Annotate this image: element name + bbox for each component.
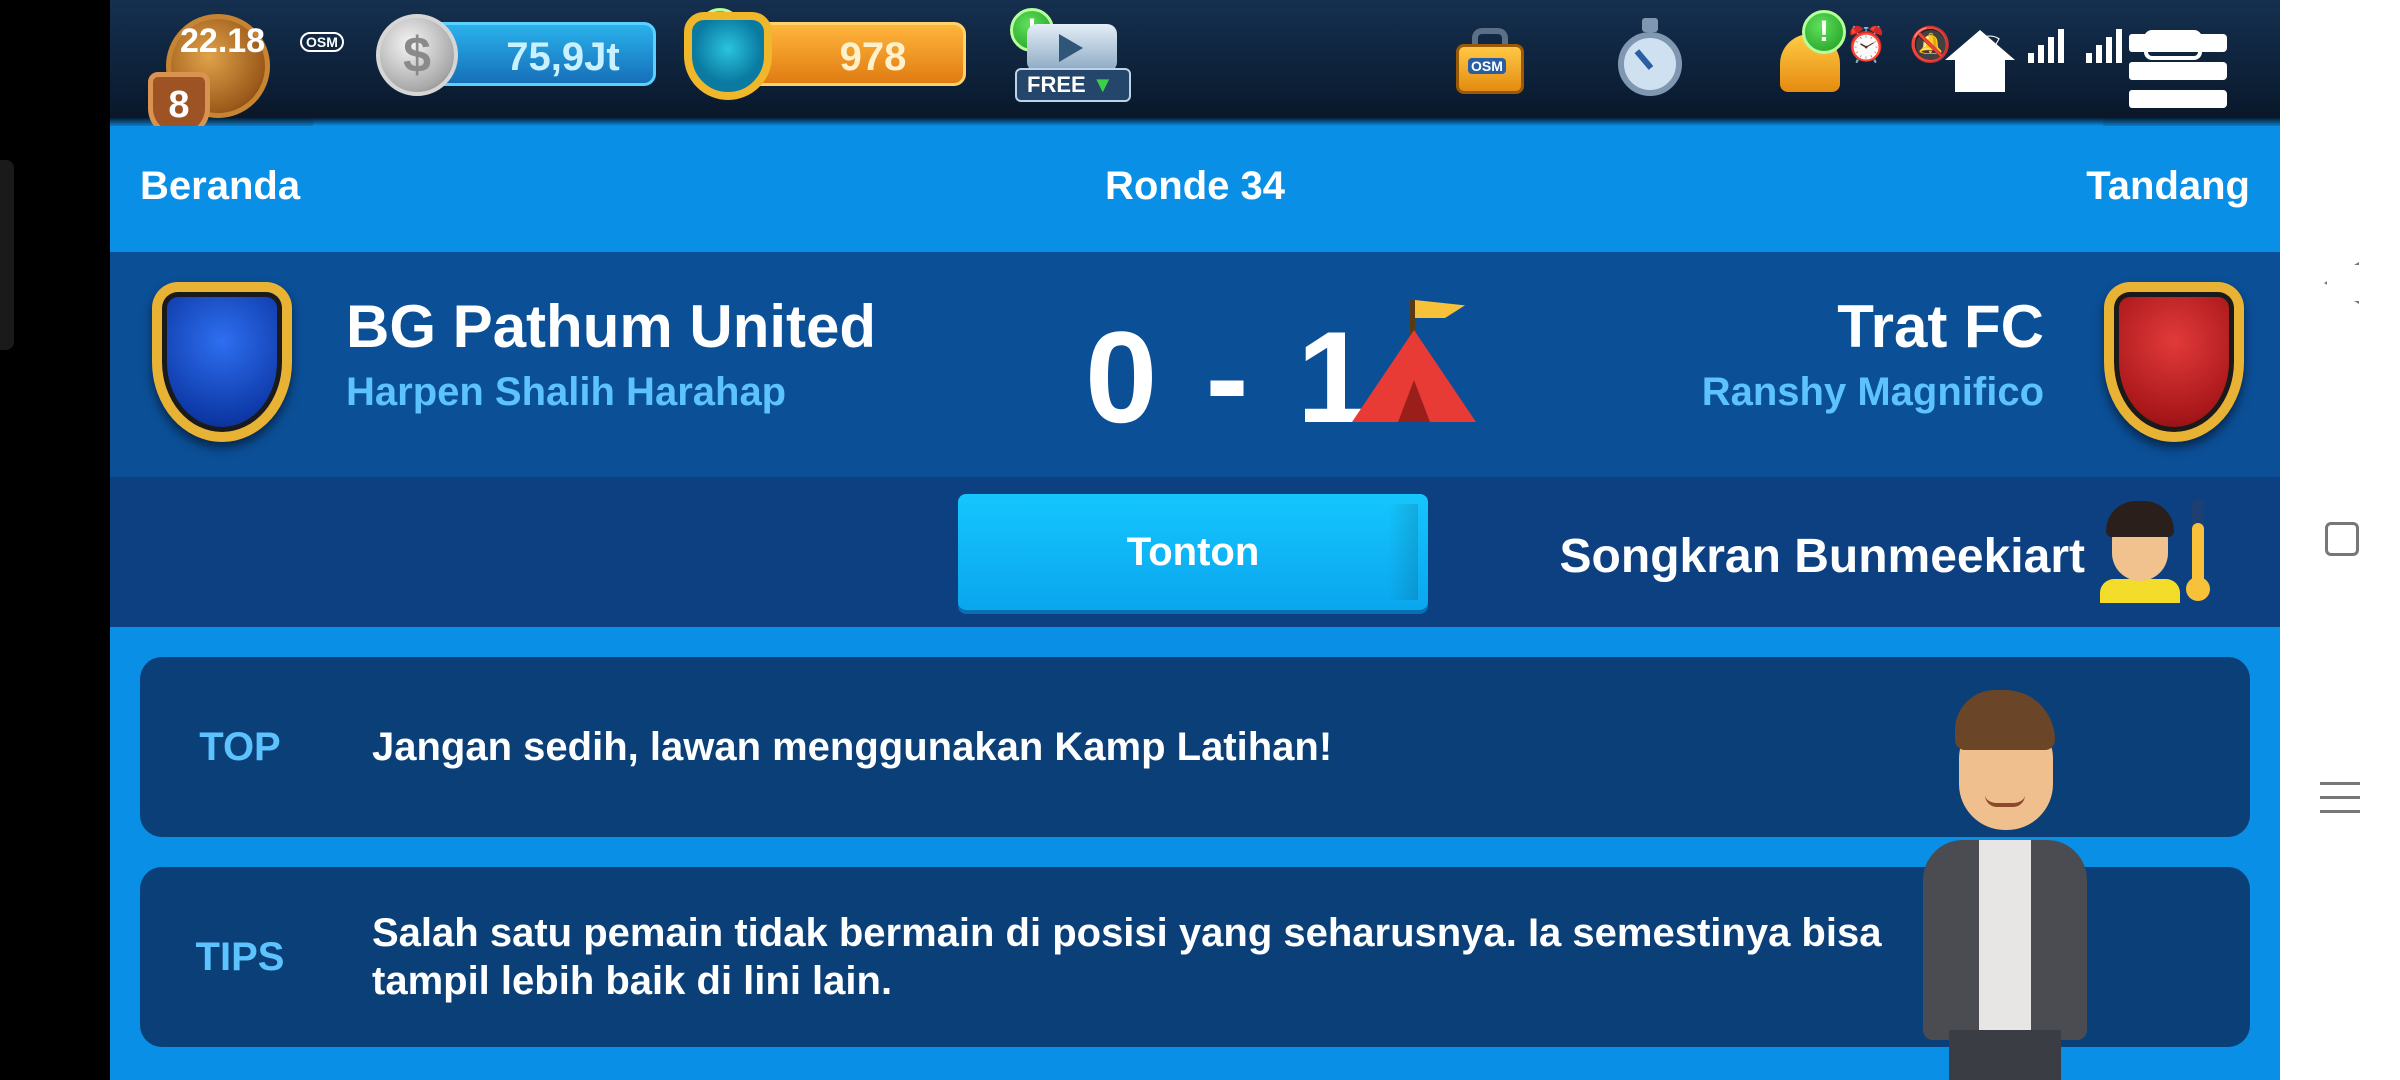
free-video-button[interactable]: FREE ▼ <box>1015 20 1131 102</box>
home-manager-name[interactable]: Harpen Shalih Harahap <box>346 370 786 415</box>
osm-notification-icon: OSM <box>300 32 344 52</box>
round-label: Ronde 34 <box>1104 164 1286 208</box>
recent-apps-icon[interactable] <box>2320 778 2360 818</box>
home-team-name[interactable]: BG Pathum United <box>346 292 876 361</box>
free-label: FREE <box>1027 72 1086 97</box>
away-side-label: Tandang <box>2086 164 2250 208</box>
coins-shield-icon <box>684 12 772 100</box>
home-icon <box>1945 30 2015 60</box>
watch-row: Tonton Songkran Bunmeekiart <box>110 477 2280 627</box>
referee-name: Songkran Bunmeekiart <box>1559 530 2085 583</box>
notifications-button[interactable]: ! <box>1770 10 1850 98</box>
shop-bag-button[interactable]: OSM <box>1450 18 1530 98</box>
advice-tag: TOP <box>199 725 281 769</box>
stopwatch-icon <box>1618 32 1682 96</box>
money-coin-icon: $ <box>376 14 458 96</box>
status-time: 22.18 <box>180 22 266 60</box>
match-score: 0 - 1 <box>1085 304 1376 450</box>
back-icon[interactable] <box>2322 262 2352 298</box>
system-navigation-bar <box>2280 0 2400 1080</box>
download-arrow-icon: ▼ <box>1091 72 1114 97</box>
away-manager-name[interactable]: Ranshy Magnifico <box>1702 370 2044 415</box>
home-side-label: Beranda <box>140 164 301 208</box>
thermometer-icon <box>2186 499 2210 603</box>
play-icon <box>1059 34 1083 62</box>
signal-icon <box>2027 27 2064 63</box>
watch-button[interactable]: Tonton <box>958 494 1428 610</box>
device-edge <box>0 160 14 350</box>
assistant-character <box>1905 690 2105 1080</box>
bag-label: OSM <box>1468 58 1506 74</box>
advice-message: Jangan sedih, lawan menggunakan Kamp Lat… <box>372 725 1333 769</box>
home-team-crest[interactable] <box>152 282 292 442</box>
round-header: Ronde 34 Beranda Tandang <box>110 126 2280 252</box>
signal-icon-2 <box>2085 27 2122 63</box>
home-button[interactable] <box>1945 30 2015 92</box>
training-camp-icon <box>1348 300 1478 430</box>
advice-message: Salah satu pemain tidak bermain di posis… <box>372 911 1882 1003</box>
away-team-crest[interactable] <box>2104 282 2244 442</box>
menu-icon <box>2129 34 2227 52</box>
referee-avatar <box>2100 501 2180 603</box>
main-menu-button[interactable] <box>2125 20 2235 110</box>
alarm-icon: ⏰ <box>1845 26 1888 64</box>
advice-tag: TIPS <box>195 935 285 979</box>
away-team-name[interactable]: Trat FC <box>1837 292 2044 361</box>
stopwatch-button[interactable] <box>1610 18 1690 98</box>
bell-alert-icon: ! <box>1802 10 1846 54</box>
match-result-panel: BG Pathum United Harpen Shalih Harahap 0… <box>110 252 2280 477</box>
home-square-icon[interactable] <box>2325 522 2359 556</box>
